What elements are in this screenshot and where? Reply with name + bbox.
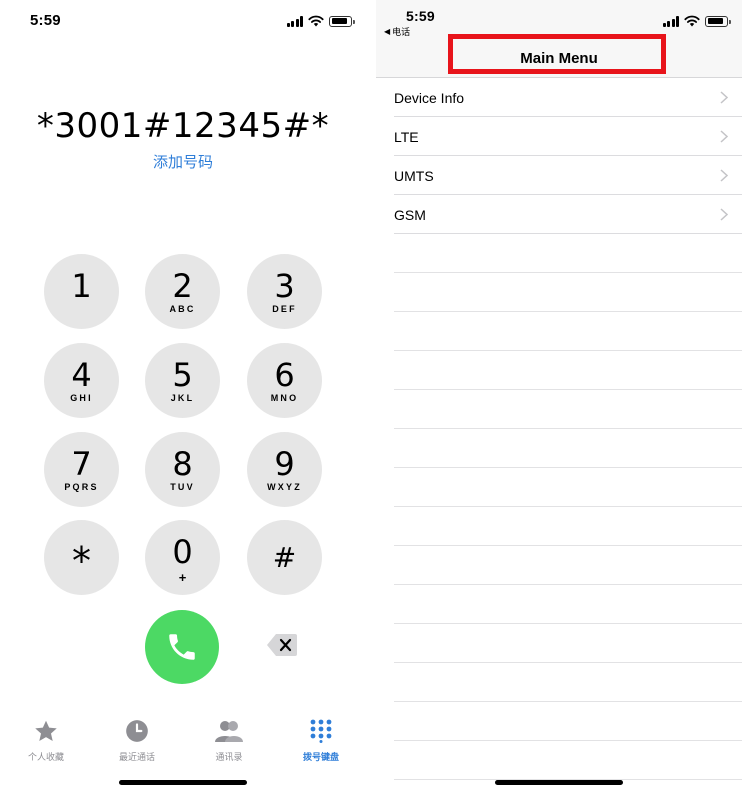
home-indicator[interactable] (119, 780, 247, 785)
tab-label: 拨号键盘 (302, 752, 339, 762)
key-digit: 3 (274, 266, 295, 305)
empty-row (376, 507, 742, 546)
status-time: 5:59 (30, 12, 61, 29)
tab-label: 个人收藏 (27, 752, 64, 762)
empty-row (376, 624, 742, 663)
key-digit: 0 (172, 532, 193, 571)
menu-item-device-info[interactable]: Device Info (376, 78, 742, 117)
chevron-right-icon (720, 130, 728, 143)
key-digit: * (72, 538, 91, 583)
add-number-link[interactable]: 添加号码 (0, 151, 366, 172)
menu-item-label: UMTS (394, 167, 434, 184)
key-digit: 9 (274, 444, 295, 483)
key-0[interactable]: 0 + (145, 520, 220, 595)
key-8[interactable]: 8 TUV (145, 432, 220, 507)
status-icons (286, 15, 355, 27)
empty-row (376, 663, 742, 702)
battery-icon (705, 15, 731, 27)
key-digit: 5 (172, 355, 193, 394)
key-letters: ABC (169, 303, 196, 314)
key-3[interactable]: 3 DEF (247, 254, 322, 329)
key-2[interactable]: 2 ABC (145, 254, 220, 329)
key-digit: # (272, 540, 297, 574)
cellular-signal-icon (662, 15, 679, 27)
highlight-annotation-box (448, 34, 666, 74)
chevron-right-icon (720, 208, 728, 221)
menu-list: Device Info LTE UMTS GSM (376, 78, 742, 780)
empty-row (376, 312, 742, 351)
key-star[interactable]: * (44, 520, 119, 595)
empty-row (376, 390, 742, 429)
empty-row (376, 585, 742, 624)
keypad-icon (310, 719, 332, 743)
key-digit: 1 (71, 266, 92, 305)
cellular-signal-icon (286, 15, 303, 27)
key-7[interactable]: 7 PQRS (44, 432, 119, 507)
key-letters: MNO (270, 392, 299, 403)
key-letters: + (178, 569, 187, 585)
tab-keypad[interactable]: 拨号键盘 (275, 716, 366, 763)
navigation-bar: 5:59 ◀ 电话 Main Menu (376, 0, 742, 78)
empty-row (376, 273, 742, 312)
wifi-icon (308, 15, 324, 27)
tab-recents[interactable]: 最近通话 (91, 716, 183, 763)
empty-row (376, 702, 742, 741)
battery-icon (329, 15, 355, 27)
back-label: 电话 (392, 27, 411, 37)
empty-row (376, 741, 742, 780)
menu-item-gsm[interactable]: GSM (376, 195, 742, 234)
key-letters: WXYZ (267, 481, 302, 492)
empty-row (376, 546, 742, 585)
key-5[interactable]: 5 JKL (145, 343, 220, 418)
key-letters: TUV (170, 481, 195, 492)
key-hash[interactable]: # (247, 520, 322, 595)
key-6[interactable]: 6 MNO (247, 343, 322, 418)
menu-item-label: LTE (394, 128, 419, 145)
key-letters: GHI (70, 392, 93, 403)
clock-icon (126, 720, 148, 742)
status-icons (662, 15, 731, 27)
key-4[interactable]: 4 GHI (44, 343, 119, 418)
tab-favorites[interactable]: 个人收藏 (0, 716, 92, 763)
field-test-screen: 5:59 ◀ 电话 Main Menu Device Info LTE UMTS… (376, 0, 742, 793)
key-9[interactable]: 9 WXYZ (247, 432, 322, 507)
key-digit: 2 (172, 266, 193, 305)
home-indicator[interactable] (495, 780, 623, 785)
dialer-screen: 5:59 *3001#12345#* 添加号码 1 2 ABC 3 DEF 4 … (0, 0, 366, 793)
back-arrow-icon: ◀ (384, 27, 391, 36)
key-digit: 6 (274, 355, 295, 394)
key-digit: 4 (71, 355, 92, 394)
dialed-number-display[interactable]: *3001#12345#* (0, 106, 366, 146)
delete-backspace-icon[interactable] (266, 632, 298, 658)
menu-item-umts[interactable]: UMTS (376, 156, 742, 195)
menu-item-lte[interactable]: LTE (376, 117, 742, 156)
status-time: 5:59 (406, 8, 435, 24)
contacts-icon (215, 721, 243, 742)
tab-bar: 个人收藏 最近通话 通讯录 拨号键盘 (0, 716, 366, 776)
menu-item-label: Device Info (394, 89, 465, 106)
key-letters: DEF (272, 303, 297, 314)
chevron-right-icon (720, 169, 728, 182)
empty-row (376, 351, 742, 390)
key-digit: 8 (172, 444, 193, 483)
empty-row (376, 468, 742, 507)
status-bar: 5:59 (0, 0, 366, 44)
tab-label: 通讯录 (215, 752, 243, 762)
menu-item-label: GSM (394, 206, 426, 223)
back-to-phone-link[interactable]: ◀ 电话 (384, 25, 410, 38)
key-letters: JKL (170, 392, 195, 403)
key-digit: 7 (71, 444, 92, 483)
empty-row (376, 429, 742, 468)
empty-row (376, 234, 742, 273)
star-icon (35, 720, 57, 741)
tab-contacts[interactable]: 通讯录 (183, 716, 275, 763)
tab-label: 最近通话 (118, 752, 155, 762)
phone-icon (169, 634, 195, 660)
chevron-right-icon (720, 91, 728, 104)
call-button[interactable] (145, 610, 219, 684)
wifi-icon (684, 15, 700, 27)
key-1[interactable]: 1 (44, 254, 119, 329)
key-letters: PQRS (64, 481, 99, 492)
